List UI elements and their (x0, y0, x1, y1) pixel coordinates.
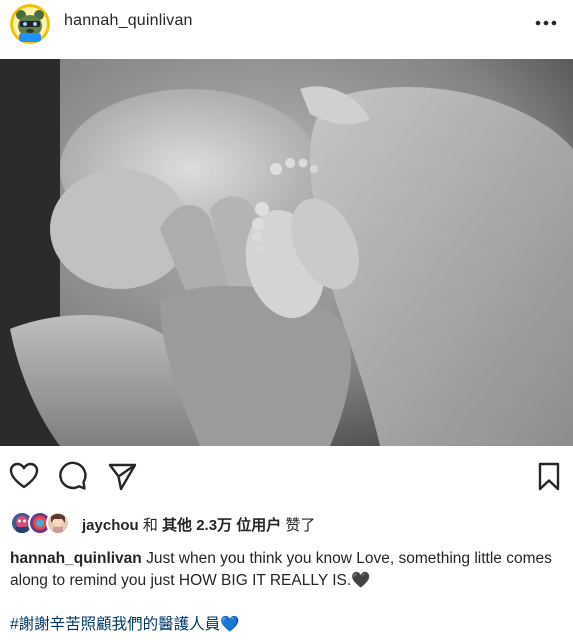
caption-emoji: 🖤 (351, 572, 371, 589)
liker-avatar-3[interactable] (46, 511, 70, 535)
bookmark-icon[interactable] (533, 460, 565, 492)
cartoon-bear-avatar-icon (10, 4, 50, 44)
likes-row: jaychou 和 其他 2.3万 位用户 赞了 (10, 508, 565, 538)
caption-username[interactable]: hannah_quinlivan (10, 550, 142, 567)
baby-feet-in-hands-photo (0, 59, 573, 446)
more-options-icon[interactable] (532, 11, 560, 35)
likes-suffix: 赞了 (285, 517, 316, 534)
paper-plane-icon[interactable] (106, 460, 138, 492)
post-caption: hannah_quinlivan Just when you think you… (10, 548, 566, 592)
likes-others-count[interactable]: 其他 2.3万 位用户 (162, 517, 281, 534)
hashtag-link[interactable]: #謝謝辛苦照顧我們的醫護人員 (10, 616, 220, 633)
caption-hashtag-line: #謝謝辛苦照顧我們的醫護人員💙 (10, 612, 239, 634)
action-bar (0, 452, 573, 498)
heart-icon[interactable] (8, 460, 40, 492)
likes-connector: 和 (142, 517, 158, 534)
likes-summary[interactable]: jaychou 和 其他 2.3万 位用户 赞了 (82, 514, 315, 535)
post-username[interactable]: hannah_quinlivan (64, 12, 193, 30)
post-header: hannah_quinlivan (0, 0, 573, 50)
hashtag-emoji: 💙 (220, 616, 240, 633)
liker-username[interactable]: jaychou (82, 517, 139, 534)
post-photo[interactable] (0, 59, 573, 446)
comment-icon[interactable] (56, 460, 88, 492)
avatar[interactable] (10, 4, 50, 44)
